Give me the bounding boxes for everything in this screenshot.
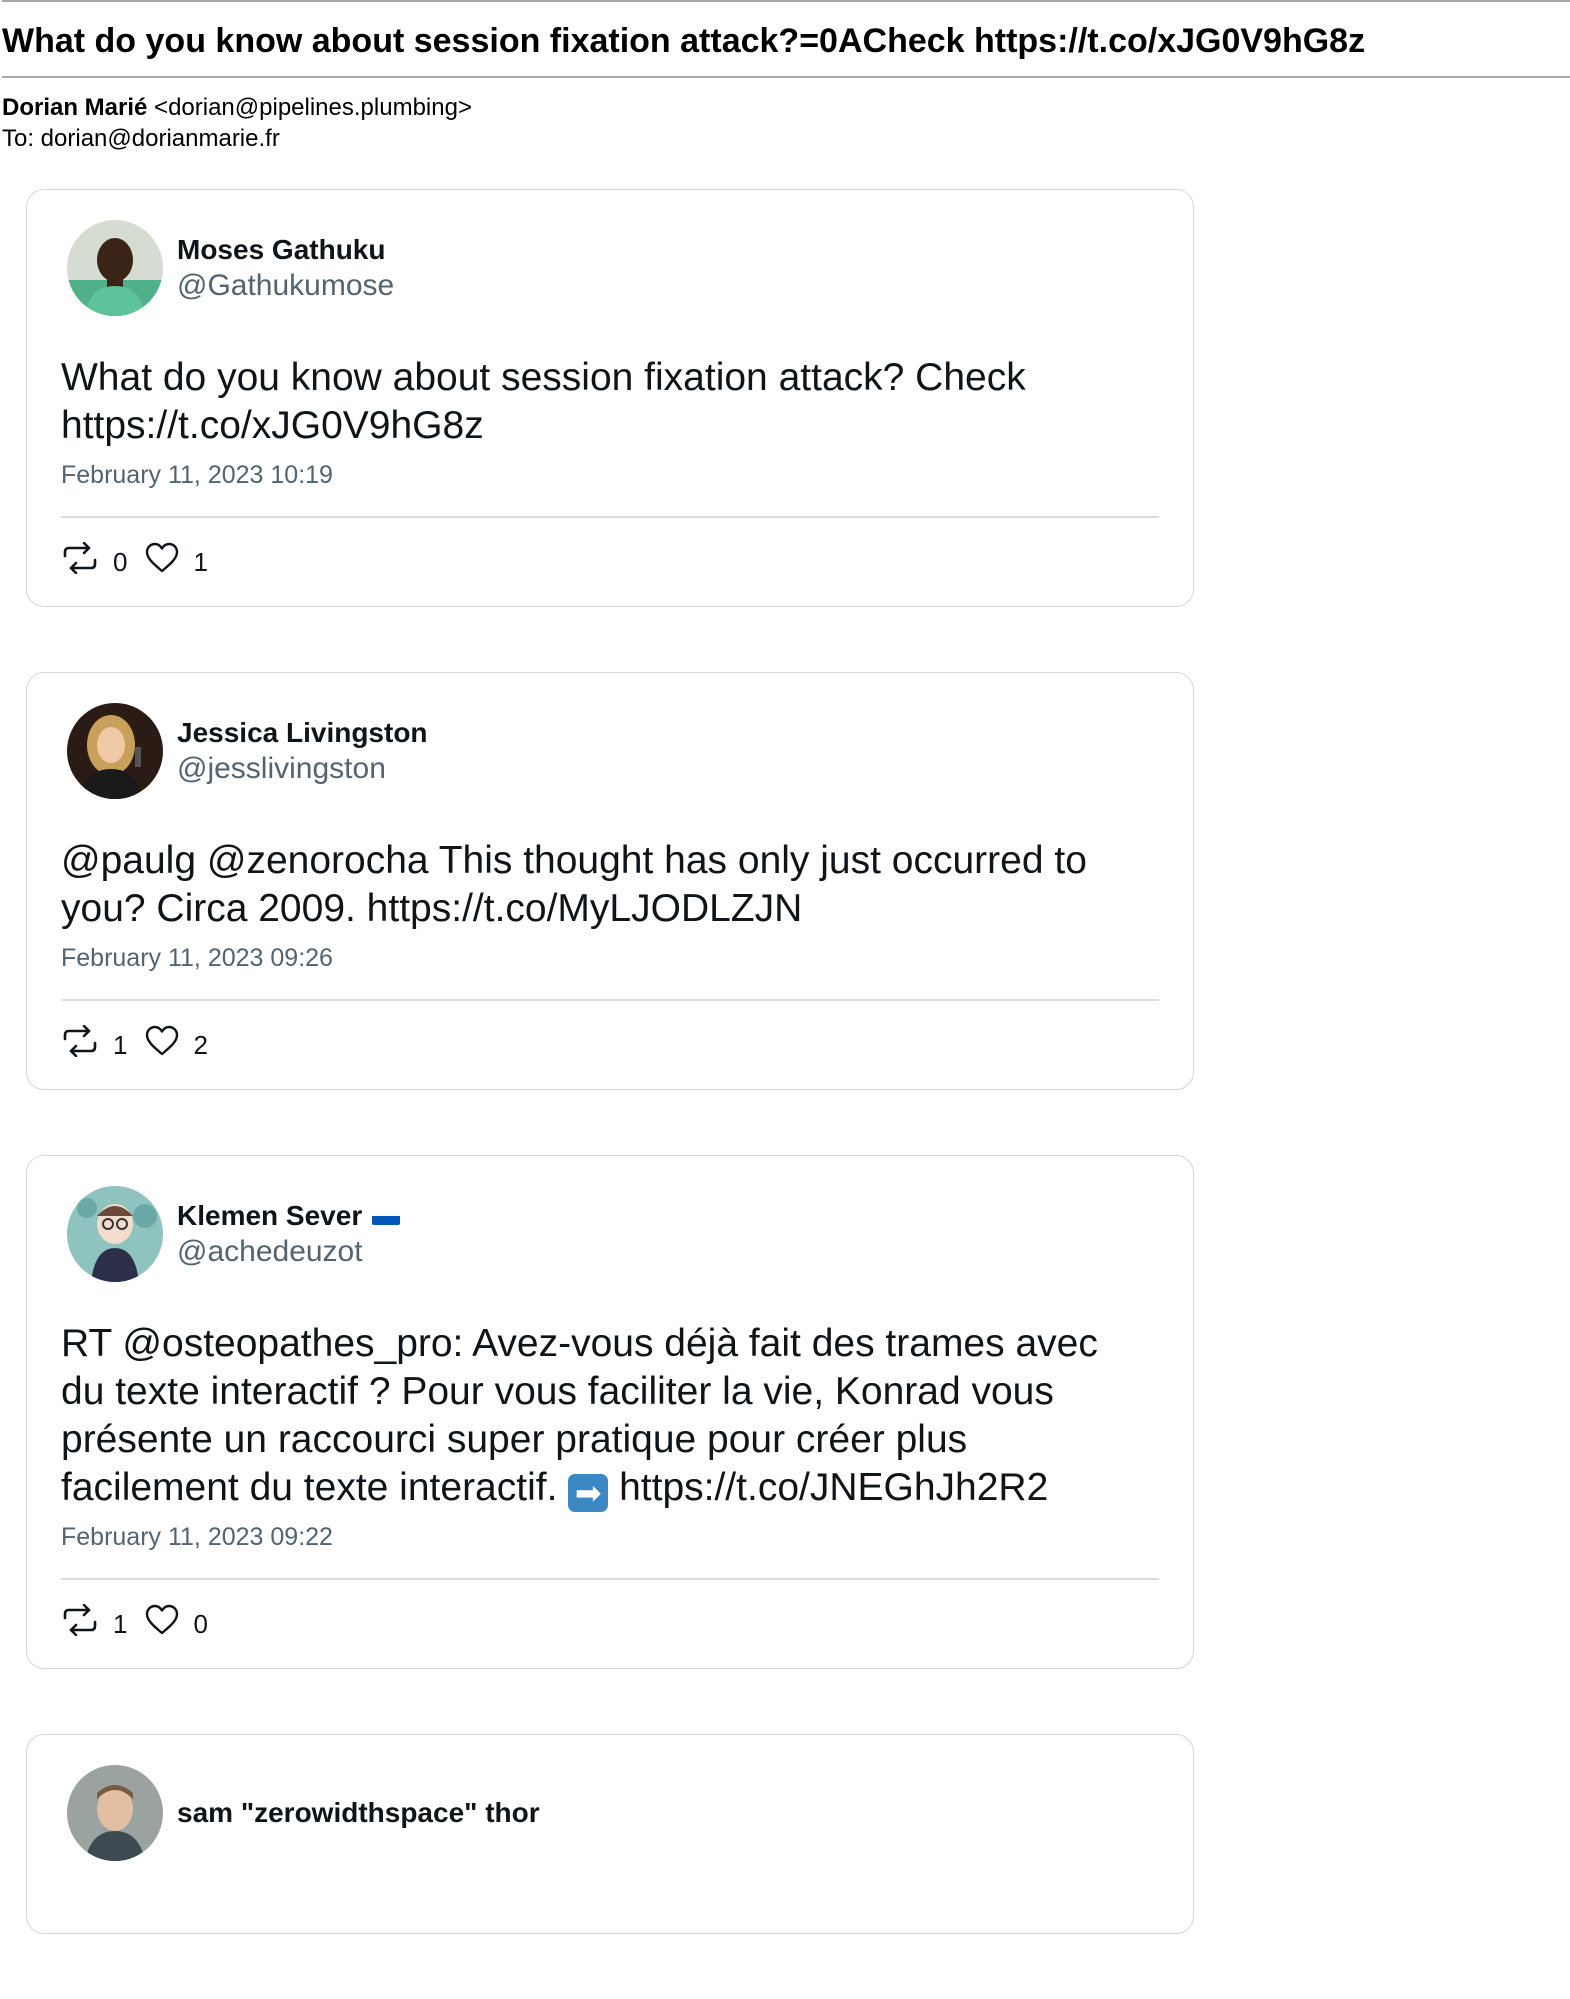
to-line: To: dorian@dorianmarie.fr: [2, 125, 280, 152]
author-names: Moses Gathuku @Gathukumose: [177, 232, 394, 304]
tweet-timestamp[interactable]: February 11, 2023 10:19: [61, 460, 1159, 490]
retweet-count: 1: [113, 1029, 128, 1060]
author-names: Klemen Sever @achedeuzot: [177, 1198, 401, 1270]
tweet-actions: 1 2: [61, 1019, 1159, 1063]
from-address: <dorian@pipelines.plumbing>: [154, 94, 472, 121]
tweet-card: Klemen Sever @achedeuzot RT @osteopathes…: [26, 1155, 1194, 1669]
from-name: Dorian Marié: [2, 94, 148, 121]
avatar[interactable]: [67, 220, 163, 316]
tweet-text: RT @osteopathes_pro: Avez-vous déjà fait…: [61, 1320, 1159, 1512]
avatar[interactable]: [67, 1765, 163, 1861]
author-handle[interactable]: @achedeuzot: [177, 1234, 400, 1270]
tweet-text-link[interactable]: https://t.co/JNEGhJh2R2: [608, 1466, 1048, 1509]
retweet-icon: [63, 1604, 97, 1636]
tweet-author[interactable]: Jessica Livingston @jesslivingston: [67, 703, 1159, 799]
avatar[interactable]: [67, 703, 163, 799]
heart-icon: [146, 1025, 179, 1056]
like-button[interactable]: 2: [145, 1022, 208, 1061]
tweet-feed: Moses Gathuku @Gathukumose What do you k…: [26, 189, 1194, 1999]
author-name-row: Klemen Sever: [177, 1198, 401, 1234]
retweet-button[interactable]: 1: [61, 1601, 127, 1640]
from-line: Dorian Marié <dorian@pipelines.plumbing>: [2, 92, 1570, 123]
ukraine-flag-icon: [372, 1207, 401, 1225]
tweet-timestamp[interactable]: February 11, 2023 09:26: [61, 943, 1159, 973]
retweet-icon: [63, 542, 97, 574]
tweet-text: What do you know about session fixation …: [61, 356, 1026, 447]
email-header: Dorian Marié <dorian@pipelines.plumbing>…: [0, 78, 1570, 154]
like-button[interactable]: 1: [145, 539, 208, 578]
author-name[interactable]: Klemen Sever: [177, 1198, 362, 1234]
like-button[interactable]: 0: [145, 1601, 208, 1640]
tweet-card: sam "zerowidthspace" thor: [26, 1734, 1194, 1934]
tweet-card: Jessica Livingston @jesslivingston @paul…: [26, 672, 1194, 1090]
author-name[interactable]: Jessica Livingston: [177, 715, 428, 751]
tweet-author[interactable]: Klemen Sever @achedeuzot: [67, 1186, 1159, 1282]
retweet-count: 1: [113, 1608, 128, 1639]
like-count: 0: [193, 1608, 208, 1639]
tweet-timestamp[interactable]: February 11, 2023 09:22: [61, 1522, 1159, 1552]
avatar[interactable]: [67, 1186, 163, 1282]
tweet-author[interactable]: Moses Gathuku @Gathukumose: [67, 220, 1159, 316]
tweet-text: @paulg @zenorocha This thought has only …: [61, 839, 1087, 930]
heart-icon: [146, 1604, 179, 1635]
retweet-button[interactable]: 1: [61, 1022, 127, 1061]
heart-icon: [146, 542, 179, 573]
like-count: 2: [193, 1029, 208, 1060]
tweet-divider: [61, 1578, 1159, 1580]
author-name[interactable]: sam "zerowidthspace" thor: [177, 1795, 540, 1831]
like-count: 1: [193, 546, 208, 577]
retweet-icon: [63, 1025, 97, 1057]
tweet-author[interactable]: sam "zerowidthspace" thor: [67, 1765, 1159, 1861]
author-name[interactable]: Moses Gathuku: [177, 232, 394, 268]
tweet-actions: 0 1: [61, 536, 1159, 580]
tweet-actions: 1 0: [61, 1598, 1159, 1642]
author-handle[interactable]: @jesslivingston: [177, 751, 428, 787]
tweet-card: Moses Gathuku @Gathukumose What do you k…: [26, 189, 1194, 607]
author-names: Jessica Livingston @jesslivingston: [177, 715, 428, 787]
tweet-divider: [61, 999, 1159, 1001]
retweet-button[interactable]: 0: [61, 539, 127, 578]
arrow-right-icon: ➡: [568, 1474, 609, 1512]
author-handle[interactable]: @Gathukumose: [177, 268, 394, 304]
tweet-divider: [61, 516, 1159, 518]
email-subject: What do you know about session fixation …: [2, 22, 1366, 60]
retweet-count: 0: [113, 546, 128, 577]
author-names: sam "zerowidthspace" thor: [177, 1795, 540, 1831]
